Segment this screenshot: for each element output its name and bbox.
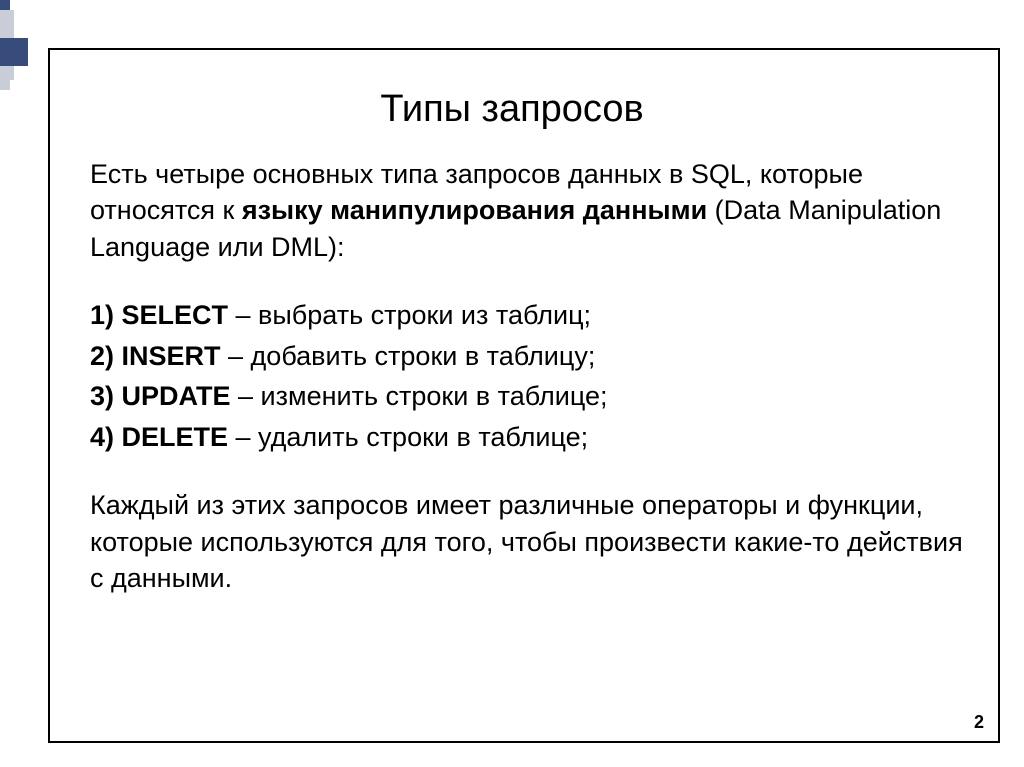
item-number: 3) bbox=[90, 381, 122, 411]
list-item: 1) SELECT – выбрать строки из таблиц; bbox=[90, 297, 964, 333]
item-number: 1) bbox=[90, 300, 122, 330]
page-number: 2 bbox=[974, 712, 984, 733]
slide-body: Есть четыре основных типа запросов данны… bbox=[90, 156, 964, 600]
item-number: 2) bbox=[90, 341, 122, 371]
outro-paragraph: Каждый из этих запросов имеет различные … bbox=[90, 487, 964, 596]
item-term: UPDATE bbox=[122, 381, 231, 411]
intro-paragraph: Есть четыре основных типа запросов данны… bbox=[90, 156, 964, 265]
item-term: DELETE bbox=[122, 422, 229, 452]
list-item: 4) DELETE – удалить строки в таблице; bbox=[90, 419, 964, 455]
item-desc: – удалить строки в таблице; bbox=[228, 422, 588, 452]
list-item: 3) UPDATE – изменить строки в таблице; bbox=[90, 378, 964, 414]
item-term: INSERT bbox=[122, 341, 221, 371]
item-term: SELECT bbox=[122, 300, 229, 330]
item-desc: – добавить строки в таблицу; bbox=[221, 341, 596, 371]
intro-bold: языку манипулирования данными bbox=[242, 195, 707, 225]
slide-title: Типы запросов bbox=[0, 88, 1024, 131]
item-number: 4) bbox=[90, 422, 122, 452]
item-desc: – выбрать строки из таблиц; bbox=[228, 300, 591, 330]
list-item: 2) INSERT – добавить строки в таблицу; bbox=[90, 338, 964, 374]
item-desc: – изменить строки в таблице; bbox=[231, 381, 608, 411]
